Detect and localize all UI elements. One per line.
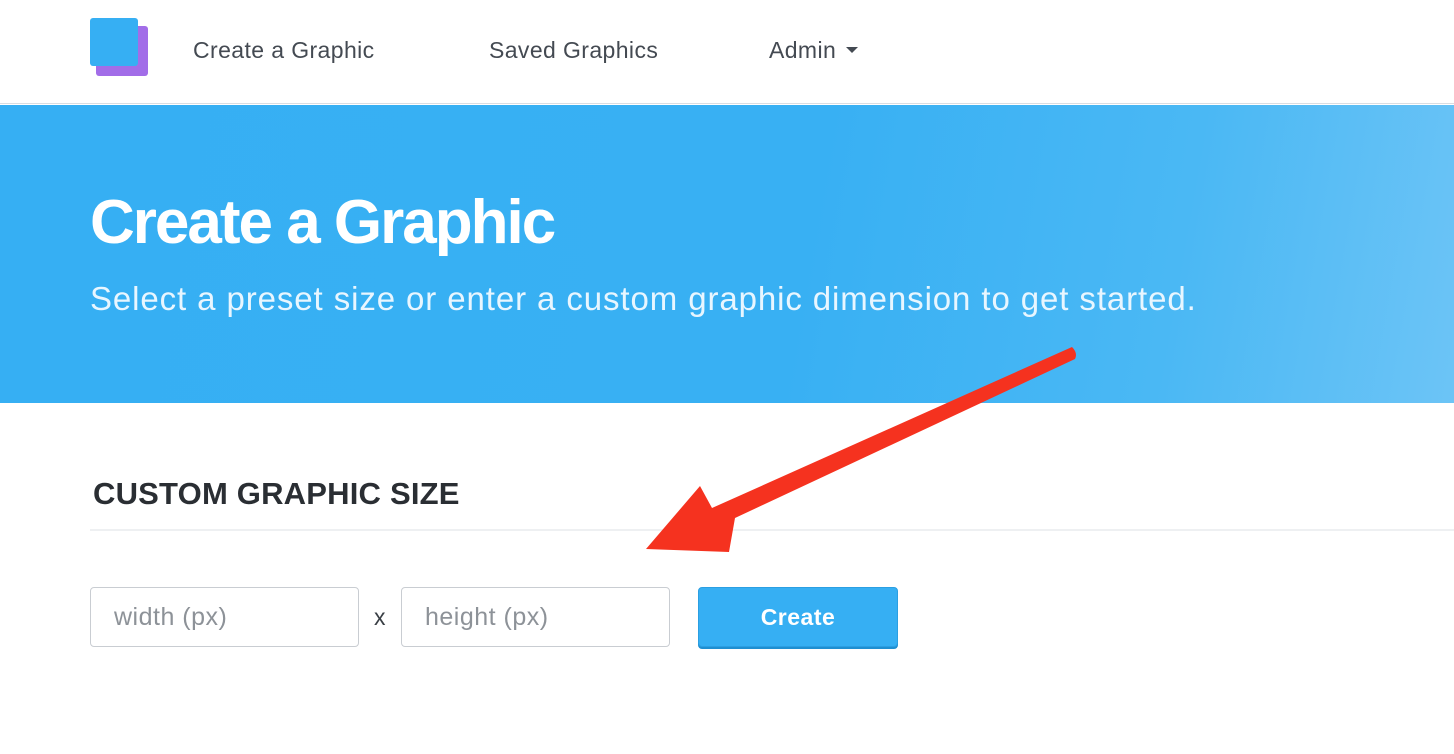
- nav-admin-label: Admin: [769, 37, 837, 63]
- create-button[interactable]: Create: [698, 587, 898, 647]
- chevron-down-icon: [846, 46, 859, 53]
- width-input[interactable]: [90, 587, 359, 647]
- nav-saved-graphics-link[interactable]: Saved Graphics: [489, 34, 658, 66]
- nav-admin-dropdown[interactable]: Admin: [769, 34, 859, 66]
- page-subtitle: Select a preset size or enter a custom g…: [90, 280, 1197, 317]
- top-navbar: Create a Graphic Saved Graphics Admin: [0, 0, 1454, 104]
- hero-banner: Create a Graphic Select a preset size or…: [0, 105, 1454, 403]
- custom-size-heading: CUSTOM GRAPHIC SIZE: [93, 476, 460, 511]
- logo-front-square: [90, 18, 138, 66]
- section-divider: [90, 529, 1454, 531]
- height-input[interactable]: [401, 587, 670, 647]
- dimension-separator: x: [374, 604, 386, 630]
- app-logo-icon[interactable]: [90, 18, 150, 78]
- nav-create-graphic-link[interactable]: Create a Graphic: [193, 34, 375, 66]
- page-title: Create a Graphic: [90, 188, 556, 257]
